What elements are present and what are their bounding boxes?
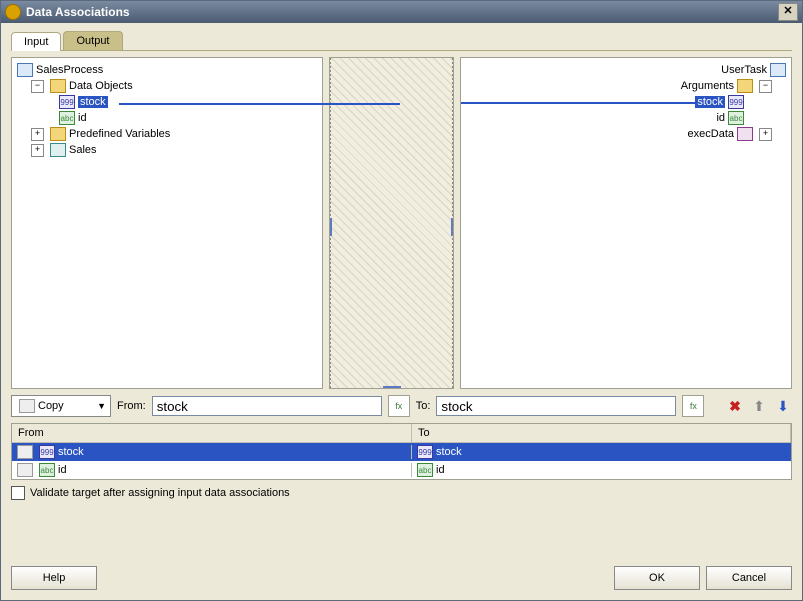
tree-node-data-objects[interactable]: − Data Objects: [14, 78, 320, 94]
number-type-icon: 999: [59, 95, 75, 109]
table-header: From To: [12, 424, 791, 443]
tree-node-id-target[interactable]: id abc: [463, 110, 789, 126]
cell-to: stock: [436, 446, 462, 458]
collapse-icon[interactable]: −: [759, 80, 772, 93]
dialog-window: Data Associations ✕ Input Output fx XML …: [0, 0, 803, 601]
target-tree[interactable]: UserTask Arguments − stock 999: [461, 58, 791, 146]
table-row[interactable]: 999stock999stock: [12, 443, 791, 461]
tree-node-id[interactable]: abc id: [14, 110, 320, 126]
to-label: To:: [416, 400, 431, 412]
expand-icon[interactable]: +: [31, 128, 44, 141]
task-icon: [770, 63, 786, 77]
copy-mode-select[interactable]: Copy ▼: [11, 395, 111, 417]
delete-mapping-button[interactable]: ✖: [726, 397, 744, 415]
from-expression-button[interactable]: fx: [388, 395, 410, 417]
validate-row: Validate target after assigning input da…: [11, 486, 792, 500]
source-tree[interactable]: SalesProcess − Data Objects 999 stock: [12, 58, 322, 162]
data-icon: [737, 127, 753, 141]
type-icon: 999: [417, 445, 433, 459]
resize-handle-left[interactable]: [329, 218, 332, 236]
string-type-icon: abc: [728, 111, 744, 125]
mapping-canvas[interactable]: [329, 57, 454, 389]
type-icon: 999: [39, 445, 55, 459]
node-label: Predefined Variables: [69, 128, 170, 140]
col-header-from[interactable]: From: [12, 424, 412, 442]
copy-row: Copy ▼ From: fx To: fx ✖ ⬆ ⬇: [11, 395, 792, 417]
type-icon: abc: [417, 463, 433, 477]
to-input[interactable]: [436, 396, 676, 416]
tab-input[interactable]: Input: [11, 32, 61, 51]
from-label: From:: [117, 400, 146, 412]
tree-node-sales[interactable]: + Sales: [14, 142, 320, 158]
copy-icon: [17, 463, 33, 477]
collapse-icon[interactable]: −: [31, 80, 44, 93]
tree-node-execdata[interactable]: execData +: [463, 126, 789, 142]
tree-node-salesprocess[interactable]: SalesProcess: [14, 62, 320, 78]
folder-icon: [50, 79, 66, 93]
validate-checkbox[interactable]: [11, 486, 25, 500]
node-label: execData: [688, 128, 734, 140]
copy-mode-label: Copy: [38, 400, 64, 412]
move-up-button[interactable]: ⬆: [750, 397, 768, 415]
node-label: Arguments: [681, 80, 734, 92]
help-button[interactable]: Help: [11, 566, 97, 590]
cell-to: id: [436, 464, 445, 476]
fx-icon: fx: [395, 401, 402, 411]
cancel-button[interactable]: Cancel: [706, 566, 792, 590]
node-label: UserTask: [721, 64, 767, 76]
validate-label: Validate target after assigning input da…: [30, 487, 290, 499]
node-label-selected: stock: [78, 96, 108, 108]
tab-bar: Input Output: [11, 31, 792, 51]
number-type-icon: 999: [728, 95, 744, 109]
target-tree-pane: UserTask Arguments − stock 999: [460, 57, 792, 389]
cell-from: id: [58, 464, 67, 476]
expand-icon[interactable]: +: [759, 128, 772, 141]
type-icon: abc: [39, 463, 55, 477]
ok-button[interactable]: OK: [614, 566, 700, 590]
move-down-button[interactable]: ⬇: [774, 397, 792, 415]
expand-icon[interactable]: +: [31, 144, 44, 157]
from-input[interactable]: [152, 396, 382, 416]
node-label: Sales: [69, 144, 97, 156]
col-header-to[interactable]: To: [412, 424, 791, 442]
tab-output[interactable]: Output: [63, 31, 122, 50]
copy-icon: [17, 445, 33, 459]
main-panes: SalesProcess − Data Objects 999 stock: [11, 57, 792, 389]
fx-icon: fx: [690, 401, 697, 411]
cell-from: stock: [58, 446, 84, 458]
mapping-table: From To 999stock999stockabcidabcid: [11, 423, 792, 480]
tree-node-stock-target[interactable]: stock 999: [463, 94, 789, 110]
close-button[interactable]: ✕: [778, 3, 798, 21]
chevron-down-icon: ▼: [97, 401, 106, 411]
window-title: Data Associations: [26, 5, 130, 19]
resize-handle-right[interactable]: [451, 218, 454, 236]
node-label: SalesProcess: [36, 64, 103, 76]
button-bar: Help OK Cancel: [1, 560, 802, 600]
tree-node-predefined[interactable]: + Predefined Variables: [14, 126, 320, 142]
app-icon: [5, 4, 21, 20]
to-expression-button[interactable]: fx: [682, 395, 704, 417]
titlebar[interactable]: Data Associations ✕: [1, 1, 802, 23]
node-label: Data Objects: [69, 80, 133, 92]
tree-node-arguments[interactable]: Arguments −: [463, 78, 789, 94]
source-tree-pane: SalesProcess − Data Objects 999 stock: [11, 57, 323, 389]
table-body: 999stock999stockabcidabcid: [12, 443, 791, 479]
process-icon: [17, 63, 33, 77]
folder-icon: [737, 79, 753, 93]
module-icon: [50, 143, 66, 157]
node-label: id: [716, 112, 725, 124]
string-type-icon: abc: [59, 111, 75, 125]
dialog-body: Input Output fx XML ⇆ SalesProcess −: [1, 23, 802, 560]
node-label: id: [78, 112, 87, 124]
copy-icon: [19, 399, 35, 413]
node-label-selected: stock: [695, 96, 725, 108]
resize-handle-bottom[interactable]: [383, 386, 401, 389]
table-row[interactable]: abcidabcid: [12, 461, 791, 479]
folder-icon: [50, 127, 66, 141]
tree-node-usertask[interactable]: UserTask: [463, 62, 789, 78]
tree-node-stock[interactable]: 999 stock: [14, 94, 320, 110]
